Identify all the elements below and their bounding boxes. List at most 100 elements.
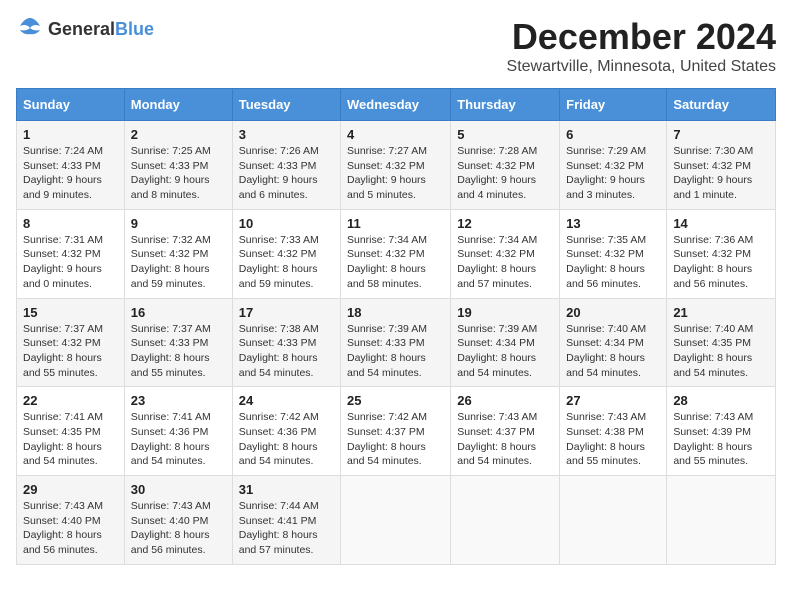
day-info: Sunrise: 7:28 AM Sunset: 4:32 PM Dayligh… [457,144,553,203]
day-info: Sunrise: 7:43 AM Sunset: 4:38 PM Dayligh… [566,410,660,469]
day-header-sunday: Sunday [17,89,125,121]
day-info: Sunrise: 7:38 AM Sunset: 4:33 PM Dayligh… [239,322,334,381]
day-header-friday: Friday [560,89,667,121]
day-number: 15 [23,305,118,320]
day-number: 10 [239,216,334,231]
calendar-cell: 20 Sunrise: 7:40 AM Sunset: 4:34 PM Dayl… [560,298,667,387]
day-number: 5 [457,127,553,142]
calendar-week-row: 8 Sunrise: 7:31 AM Sunset: 4:32 PM Dayli… [17,209,776,298]
calendar-cell: 4 Sunrise: 7:27 AM Sunset: 4:32 PM Dayli… [341,121,451,210]
day-info: Sunrise: 7:34 AM Sunset: 4:32 PM Dayligh… [347,233,444,292]
logo: GeneralBlue [16,16,154,43]
day-info: Sunrise: 7:40 AM Sunset: 4:34 PM Dayligh… [566,322,660,381]
day-info: Sunrise: 7:31 AM Sunset: 4:32 PM Dayligh… [23,233,118,292]
calendar-cell: 9 Sunrise: 7:32 AM Sunset: 4:32 PM Dayli… [124,209,232,298]
day-number: 27 [566,393,660,408]
day-info: Sunrise: 7:37 AM Sunset: 4:33 PM Dayligh… [131,322,226,381]
day-header-saturday: Saturday [667,89,776,121]
day-info: Sunrise: 7:36 AM Sunset: 4:32 PM Dayligh… [673,233,769,292]
calendar-week-row: 15 Sunrise: 7:37 AM Sunset: 4:32 PM Dayl… [17,298,776,387]
day-info: Sunrise: 7:25 AM Sunset: 4:33 PM Dayligh… [131,144,226,203]
calendar-cell: 15 Sunrise: 7:37 AM Sunset: 4:32 PM Dayl… [17,298,125,387]
calendar-cell: 16 Sunrise: 7:37 AM Sunset: 4:33 PM Dayl… [124,298,232,387]
day-number: 2 [131,127,226,142]
day-headers-row: SundayMondayTuesdayWednesdayThursdayFrid… [17,89,776,121]
day-info: Sunrise: 7:42 AM Sunset: 4:36 PM Dayligh… [239,410,334,469]
day-info: Sunrise: 7:43 AM Sunset: 4:40 PM Dayligh… [23,499,118,558]
calendar-cell: 2 Sunrise: 7:25 AM Sunset: 4:33 PM Dayli… [124,121,232,210]
day-number: 24 [239,393,334,408]
day-number: 8 [23,216,118,231]
day-info: Sunrise: 7:42 AM Sunset: 4:37 PM Dayligh… [347,410,444,469]
day-number: 14 [673,216,769,231]
calendar-subtitle: Stewartville, Minnesota, United States [507,58,776,76]
calendar-week-row: 1 Sunrise: 7:24 AM Sunset: 4:33 PM Dayli… [17,121,776,210]
day-number: 30 [131,482,226,497]
day-info: Sunrise: 7:33 AM Sunset: 4:32 PM Dayligh… [239,233,334,292]
day-number: 25 [347,393,444,408]
day-number: 7 [673,127,769,142]
day-info: Sunrise: 7:41 AM Sunset: 4:36 PM Dayligh… [131,410,226,469]
day-number: 31 [239,482,334,497]
calendar-week-row: 22 Sunrise: 7:41 AM Sunset: 4:35 PM Dayl… [17,387,776,476]
calendar-cell: 6 Sunrise: 7:29 AM Sunset: 4:32 PM Dayli… [560,121,667,210]
calendar-cell [341,476,451,565]
day-info: Sunrise: 7:27 AM Sunset: 4:32 PM Dayligh… [347,144,444,203]
calendar-cell: 10 Sunrise: 7:33 AM Sunset: 4:32 PM Dayl… [232,209,340,298]
day-info: Sunrise: 7:40 AM Sunset: 4:35 PM Dayligh… [673,322,769,381]
day-number: 23 [131,393,226,408]
day-info: Sunrise: 7:32 AM Sunset: 4:32 PM Dayligh… [131,233,226,292]
day-number: 20 [566,305,660,320]
logo-general-text: General [48,19,115,39]
day-info: Sunrise: 7:39 AM Sunset: 4:33 PM Dayligh… [347,322,444,381]
calendar-cell: 8 Sunrise: 7:31 AM Sunset: 4:32 PM Dayli… [17,209,125,298]
calendar-cell [451,476,560,565]
calendar-cell: 12 Sunrise: 7:34 AM Sunset: 4:32 PM Dayl… [451,209,560,298]
day-info: Sunrise: 7:26 AM Sunset: 4:33 PM Dayligh… [239,144,334,203]
calendar-cell [667,476,776,565]
day-number: 29 [23,482,118,497]
calendar-cell: 18 Sunrise: 7:39 AM Sunset: 4:33 PM Dayl… [341,298,451,387]
header: GeneralBlue December 2024 Stewartville, … [16,16,776,76]
calendar-cell: 1 Sunrise: 7:24 AM Sunset: 4:33 PM Dayli… [17,121,125,210]
calendar-cell: 29 Sunrise: 7:43 AM Sunset: 4:40 PM Dayl… [17,476,125,565]
calendar-cell: 5 Sunrise: 7:28 AM Sunset: 4:32 PM Dayli… [451,121,560,210]
day-number: 6 [566,127,660,142]
day-number: 22 [23,393,118,408]
day-number: 17 [239,305,334,320]
day-number: 9 [131,216,226,231]
day-number: 4 [347,127,444,142]
calendar-cell: 21 Sunrise: 7:40 AM Sunset: 4:35 PM Dayl… [667,298,776,387]
calendar-cell: 24 Sunrise: 7:42 AM Sunset: 4:36 PM Dayl… [232,387,340,476]
day-number: 16 [131,305,226,320]
calendar-cell: 30 Sunrise: 7:43 AM Sunset: 4:40 PM Dayl… [124,476,232,565]
day-number: 26 [457,393,553,408]
calendar-cell: 7 Sunrise: 7:30 AM Sunset: 4:32 PM Dayli… [667,121,776,210]
day-number: 11 [347,216,444,231]
day-number: 19 [457,305,553,320]
calendar-cell: 17 Sunrise: 7:38 AM Sunset: 4:33 PM Dayl… [232,298,340,387]
day-info: Sunrise: 7:34 AM Sunset: 4:32 PM Dayligh… [457,233,553,292]
day-info: Sunrise: 7:30 AM Sunset: 4:32 PM Dayligh… [673,144,769,203]
day-info: Sunrise: 7:24 AM Sunset: 4:33 PM Dayligh… [23,144,118,203]
calendar-cell: 27 Sunrise: 7:43 AM Sunset: 4:38 PM Dayl… [560,387,667,476]
day-header-thursday: Thursday [451,89,560,121]
day-info: Sunrise: 7:43 AM Sunset: 4:37 PM Dayligh… [457,410,553,469]
day-info: Sunrise: 7:44 AM Sunset: 4:41 PM Dayligh… [239,499,334,558]
day-number: 21 [673,305,769,320]
calendar-cell: 28 Sunrise: 7:43 AM Sunset: 4:39 PM Dayl… [667,387,776,476]
day-info: Sunrise: 7:41 AM Sunset: 4:35 PM Dayligh… [23,410,118,469]
calendar-cell: 19 Sunrise: 7:39 AM Sunset: 4:34 PM Dayl… [451,298,560,387]
day-info: Sunrise: 7:39 AM Sunset: 4:34 PM Dayligh… [457,322,553,381]
calendar-cell: 13 Sunrise: 7:35 AM Sunset: 4:32 PM Dayl… [560,209,667,298]
calendar-cell: 26 Sunrise: 7:43 AM Sunset: 4:37 PM Dayl… [451,387,560,476]
calendar-week-row: 29 Sunrise: 7:43 AM Sunset: 4:40 PM Dayl… [17,476,776,565]
day-info: Sunrise: 7:43 AM Sunset: 4:40 PM Dayligh… [131,499,226,558]
logo-blue-text: Blue [115,19,154,39]
day-header-wednesday: Wednesday [341,89,451,121]
day-info: Sunrise: 7:29 AM Sunset: 4:32 PM Dayligh… [566,144,660,203]
day-header-tuesday: Tuesday [232,89,340,121]
calendar-cell: 11 Sunrise: 7:34 AM Sunset: 4:32 PM Dayl… [341,209,451,298]
day-number: 3 [239,127,334,142]
calendar-cell: 22 Sunrise: 7:41 AM Sunset: 4:35 PM Dayl… [17,387,125,476]
